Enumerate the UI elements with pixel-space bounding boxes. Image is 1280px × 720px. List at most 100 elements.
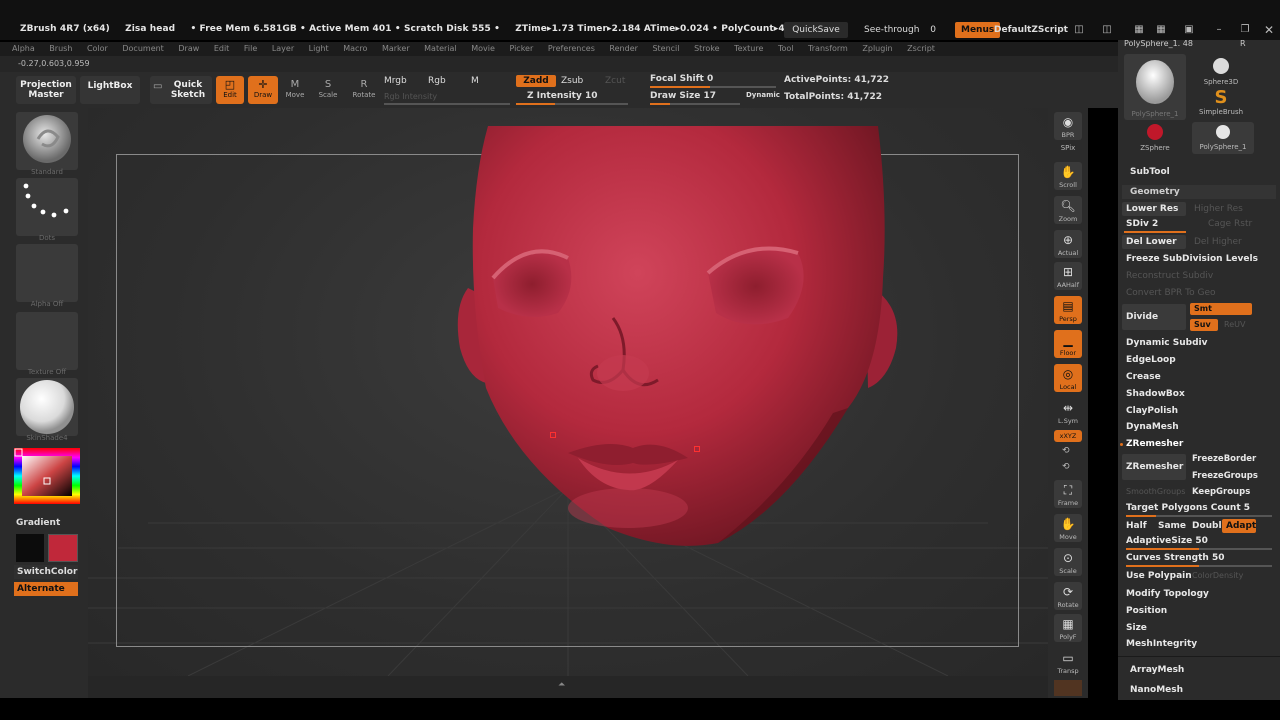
menu-preferences[interactable]: Preferences: [548, 42, 595, 56]
menu-draw[interactable]: Draw: [178, 42, 199, 56]
polyf-button[interactable]: ▦ PolyF: [1054, 614, 1082, 642]
head-model[interactable]: [88, 108, 1048, 676]
brush-selector[interactable]: [16, 112, 78, 170]
document-canvas[interactable]: [88, 108, 1048, 676]
zcut-button[interactable]: Zcut: [605, 76, 625, 86]
nanomesh-section[interactable]: NanoMesh: [1126, 683, 1183, 697]
divide-button[interactable]: Divide: [1122, 304, 1186, 330]
menu-light[interactable]: Light: [309, 42, 329, 56]
lock-icon[interactable]: ▣: [1182, 24, 1196, 36]
menu-texture[interactable]: Texture: [734, 42, 763, 56]
menu-file[interactable]: File: [244, 42, 257, 56]
position-section[interactable]: Position: [1122, 604, 1167, 618]
lower-res-button[interactable]: Lower Res: [1122, 202, 1186, 216]
claypolish-section[interactable]: ClayPolish: [1122, 404, 1178, 418]
secondary-color-swatch[interactable]: [48, 534, 78, 562]
frame-button[interactable]: ⛶ Frame: [1054, 480, 1082, 508]
curves-strength-track[interactable]: [1126, 565, 1272, 567]
menu-tool[interactable]: Tool: [778, 42, 794, 56]
rotate-view-button[interactable]: ⟳ Rotate: [1054, 582, 1082, 610]
zremesher-section[interactable]: ZRemesher: [1122, 437, 1183, 451]
solo-button[interactable]: [1054, 680, 1082, 696]
reuv-button[interactable]: ReUV: [1220, 318, 1245, 332]
tile-icon[interactable]: ▦: [1132, 24, 1146, 36]
smooth-groups-button[interactable]: SmoothGroups: [1122, 485, 1185, 499]
menu-transform[interactable]: Transform: [808, 42, 848, 56]
stroke-selector[interactable]: [16, 178, 78, 236]
alpha-selector[interactable]: [16, 244, 78, 302]
draw-size-slider[interactable]: Draw Size 17: [650, 91, 716, 101]
menu-zscript[interactable]: Zscript: [907, 42, 935, 56]
primary-color-swatch[interactable]: [16, 534, 44, 562]
adapt-button[interactable]: Adapt: [1222, 519, 1256, 533]
menu-macro[interactable]: Macro: [343, 42, 367, 56]
aahalf-button[interactable]: ⊞ AAHalf: [1054, 262, 1082, 290]
crease-section[interactable]: Crease: [1122, 370, 1161, 384]
menu-brush[interactable]: Brush: [49, 42, 72, 56]
rstr-button[interactable]: Rstr: [1230, 217, 1252, 231]
rgb-button[interactable]: Rgb: [428, 76, 446, 86]
zsub-button[interactable]: Zsub: [561, 76, 583, 86]
m-button[interactable]: M: [471, 76, 479, 86]
default-zscript-button[interactable]: DefaultZScript: [988, 22, 1074, 38]
size-section[interactable]: Size: [1122, 621, 1147, 635]
menu-zplugin[interactable]: Zplugin: [862, 42, 892, 56]
zremesher-button[interactable]: ZRemesher: [1122, 454, 1186, 480]
smt-toggle[interactable]: Smt: [1190, 303, 1252, 315]
menu-picker[interactable]: Picker: [509, 42, 533, 56]
geometry-header[interactable]: Geometry: [1122, 185, 1276, 199]
dynamic-subdiv-section[interactable]: Dynamic Subdiv: [1122, 336, 1207, 350]
lightbox-button[interactable]: LightBox: [80, 76, 140, 104]
gradient-toggle[interactable]: Gradient: [16, 518, 60, 528]
draw-mode-button[interactable]: ✛ Draw: [248, 76, 278, 104]
menu-movie[interactable]: Movie: [471, 42, 495, 56]
dynamesh-section[interactable]: DynaMesh: [1122, 420, 1179, 434]
zadd-button[interactable]: Zadd: [516, 75, 556, 87]
curves-strength-slider[interactable]: Curves Strength 50: [1122, 551, 1224, 565]
edit-mode-button[interactable]: ◰ Edit: [216, 76, 244, 104]
rotate-z-icon[interactable]: ⟲: [1062, 462, 1070, 472]
tool-thumb-sphere3d[interactable]: Sphere3D: [1192, 56, 1250, 86]
color-density-slider[interactable]: ColorDensity: [1188, 569, 1243, 583]
expand-tray-icon[interactable]: ⏶: [558, 680, 565, 690]
transp-button[interactable]: ▭ Transp: [1054, 648, 1082, 676]
menu-layer[interactable]: Layer: [272, 42, 294, 56]
edgeloop-section[interactable]: EdgeLoop: [1122, 353, 1176, 367]
rotate-y-icon[interactable]: ⟲: [1062, 446, 1070, 456]
move-mode-button[interactable]: M Move: [284, 76, 306, 104]
quick-sketch-button[interactable]: ▭ Quick Sketch: [150, 76, 212, 104]
menu-edit[interactable]: Edit: [214, 42, 230, 56]
see-through-slider[interactable]: See-through 0: [858, 22, 942, 38]
floor-button[interactable]: ▁ Floor: [1054, 330, 1082, 358]
zoom-button[interactable]: 🔍︎ Zoom: [1054, 196, 1082, 224]
use-polypaint-button[interactable]: Use Polypain: [1122, 569, 1192, 583]
material-selector[interactable]: [16, 378, 78, 436]
rotate-mode-button[interactable]: R Rotate: [350, 76, 378, 104]
alternate-button[interactable]: Alternate: [14, 582, 78, 596]
mrgb-button[interactable]: Mrgb: [384, 76, 407, 86]
subtool-header[interactable]: SubTool: [1130, 167, 1170, 177]
mesh-integrity-section[interactable]: MeshIntegrity: [1122, 637, 1197, 651]
lsym-button[interactable]: ⇹ L.Sym: [1054, 398, 1082, 426]
rgb-intensity-slider[interactable]: Rgb Intensity: [384, 92, 437, 101]
layout-icon[interactable]: ◫: [1072, 24, 1086, 36]
menu-stencil[interactable]: Stencil: [652, 42, 679, 56]
local-button[interactable]: ◎ Local: [1054, 364, 1082, 392]
scroll-button[interactable]: ✋ Scroll: [1054, 162, 1082, 190]
close-icon[interactable]: ✕: [1262, 24, 1276, 36]
reconstruct-subdiv-button[interactable]: Reconstruct Subdiv: [1122, 269, 1213, 283]
persp-button[interactable]: ▤ Persp: [1054, 296, 1082, 324]
scale-mode-button[interactable]: S Scale: [316, 76, 340, 104]
minimize-icon[interactable]: –: [1212, 24, 1226, 36]
menu-marker[interactable]: Marker: [382, 42, 410, 56]
z-intensity-track[interactable]: [516, 103, 628, 105]
color-picker[interactable]: [14, 448, 80, 516]
half-button[interactable]: Half: [1122, 519, 1147, 533]
menu-document[interactable]: Document: [122, 42, 163, 56]
del-higher-button[interactable]: Del Higher: [1190, 235, 1254, 249]
tile-icon-2[interactable]: ▦: [1154, 24, 1168, 36]
tool-thumb-polysphere-2[interactable]: PolySphere_1: [1192, 122, 1254, 154]
menu-stroke[interactable]: Stroke: [694, 42, 720, 56]
modify-topology-section[interactable]: Modify Topology: [1122, 587, 1209, 601]
scale-view-button[interactable]: ⊙ Scale: [1054, 548, 1082, 576]
